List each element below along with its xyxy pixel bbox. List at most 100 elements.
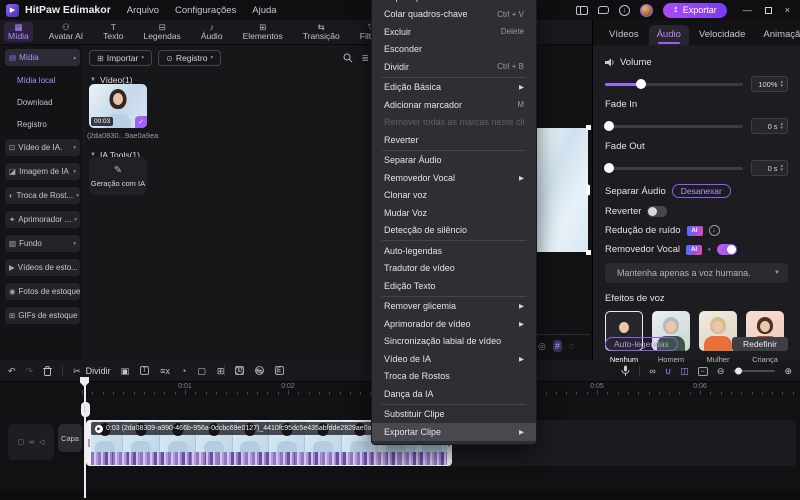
menu-substituir-clipe[interactable]: Substituir Clipe bbox=[372, 406, 536, 424]
reverter-toggle[interactable] bbox=[647, 206, 668, 217]
removedor-vocal-toggle[interactable] bbox=[716, 244, 737, 255]
menu-auto-legendas[interactable]: Auto-legendas bbox=[372, 242, 536, 260]
menu-adicionar-marcador[interactable]: Adicionar marcador M bbox=[372, 96, 536, 114]
media-video-thumbnail[interactable]: 00:03 ✓ bbox=[89, 84, 147, 128]
auto-gap-icon[interactable]: ◫ bbox=[680, 365, 689, 377]
stepper-icons[interactable]: ▲ ▼ bbox=[780, 79, 784, 89]
user-avatar[interactable] bbox=[639, 3, 653, 17]
selection-handle[interactable] bbox=[586, 184, 590, 196]
export-button[interactable]: ↥ Exportar bbox=[662, 2, 727, 18]
fade-out-value-field[interactable]: 0s ▲ ▼ bbox=[751, 160, 788, 176]
sidebar-item-fotos-estoque[interactable]: ◉ Fotos de estoque bbox=[5, 283, 80, 300]
sidebar-item-download[interactable]: Download bbox=[17, 95, 92, 110]
split-label[interactable]: Dividir bbox=[86, 366, 111, 376]
ratio-icon[interactable]: ◎ bbox=[538, 340, 546, 352]
text-preset-icon[interactable]: T bbox=[140, 366, 150, 375]
fullscreen-icon[interactable]: ◌ bbox=[569, 340, 574, 352]
sidebar-item-gifs-estoque[interactable]: ⊞ GIFs de estoque bbox=[5, 307, 80, 324]
playhead-grip[interactable]: ⋮ bbox=[80, 402, 90, 417]
avatar-tool-icon[interactable]: ☺ bbox=[254, 366, 264, 375]
import-button[interactable]: ⊞ Importar ▾ bbox=[89, 50, 153, 66]
sidebar-item-aprimorador[interactable]: ✦ Aprimorador ... ▾ bbox=[5, 211, 80, 228]
menubar-item[interactable]: Arquivo bbox=[127, 5, 159, 16]
sidebar-item-imagem-ia[interactable]: ◪ Imagem de IA ▾ bbox=[5, 163, 80, 180]
sidebar-item-videos-estoque[interactable]: ▶ Vídeos de esto... bbox=[5, 259, 80, 276]
menu-remover-marcas[interactable]: Remover todas as marcas neste clipe bbox=[372, 114, 536, 132]
menu-clonar-voz[interactable]: Clonar voz bbox=[372, 187, 536, 205]
download-circle-icon[interactable]: ↓ bbox=[708, 225, 720, 236]
menubar-item[interactable]: Configurações bbox=[175, 5, 236, 16]
menu-colar-quadros[interactable]: Colar quadros-chave Ctrl + V bbox=[372, 6, 536, 24]
timeline-scrollbar-area[interactable] bbox=[0, 490, 800, 500]
tab-avatar-ai[interactable]: ⚇ Avatar AI bbox=[45, 22, 87, 43]
minimize-button[interactable]: — bbox=[743, 5, 752, 15]
clip-trim-handle-left[interactable] bbox=[87, 421, 91, 465]
sidebar-item-fundo[interactable]: ▨ Fundo ▾ bbox=[5, 235, 80, 252]
menu-tradutor-video[interactable]: Tradutor de vídeo bbox=[372, 260, 536, 278]
record-button[interactable]: ⊙ Registro ▾ bbox=[158, 50, 222, 66]
sidebar-item-registro[interactable]: Registro bbox=[17, 117, 92, 132]
menu-excluir[interactable]: Excluir Delete bbox=[372, 23, 536, 41]
tab-transicao[interactable]: ⇆ Transição bbox=[299, 22, 344, 43]
selection-handle[interactable] bbox=[586, 125, 591, 130]
menu-reverter[interactable]: Reverter bbox=[372, 131, 536, 149]
mask-icon[interactable]: ▣ bbox=[121, 365, 130, 377]
auto-legendas-button[interactable]: Auto-legendas bbox=[605, 337, 678, 351]
workspace-layout-icon[interactable] bbox=[575, 5, 588, 15]
volume-value-field[interactable]: 100% ▲ ▼ bbox=[751, 76, 788, 92]
sidebar-item-troca-rostos[interactable]: ◐ Troca de Rost... ▾ bbox=[5, 187, 80, 204]
menu-aprimorador-video[interactable]: Aprimorador de vídeo ▶ bbox=[372, 315, 536, 333]
close-button[interactable]: × bbox=[785, 5, 790, 15]
zoom-in-icon[interactable]: ⊕ bbox=[784, 365, 792, 377]
speaker-icon[interactable] bbox=[605, 58, 615, 67]
menu-troca-rostos[interactable]: Troca de Rostos bbox=[372, 368, 536, 386]
playhead-line[interactable] bbox=[84, 377, 86, 498]
tab-legendas[interactable]: ⊟ Legendas bbox=[139, 22, 184, 43]
fade-in-slider[interactable] bbox=[604, 121, 743, 131]
menu-mudar-voz[interactable]: Mudar Voz bbox=[372, 204, 536, 222]
text-tool-icon[interactable]: T bbox=[234, 366, 244, 375]
track-volume-icon[interactable]: ◁ bbox=[39, 438, 44, 446]
menu-exportar-clipe[interactable]: Exportar Clipe ▶ bbox=[372, 423, 536, 441]
feedback-icon[interactable] bbox=[597, 6, 609, 14]
split-scissors-icon[interactable]: ✂ bbox=[73, 365, 81, 377]
menu-deteccao-silencio[interactable]: Detecção de silêncio bbox=[372, 222, 536, 240]
crop-icon[interactable]: ▢ bbox=[197, 365, 206, 377]
voice-mode-select[interactable]: Mantenha apenas a voz humana. ▼ bbox=[605, 263, 788, 283]
link-icon[interactable]: ∞ bbox=[649, 365, 655, 377]
magnet-icon[interactable]: ∪ bbox=[665, 365, 672, 377]
track-loop-icon[interactable]: ∞ bbox=[29, 439, 34, 446]
sidebar-item-midia-local[interactable]: Mídia local bbox=[17, 73, 92, 88]
cover-button[interactable]: Capa bbox=[58, 424, 82, 452]
menu-separar-audio[interactable]: Separar Áudio bbox=[372, 152, 536, 170]
tab-midia[interactable]: ▦ Mídia bbox=[4, 21, 33, 43]
tab-velocidade[interactable]: Velocidade bbox=[691, 25, 753, 45]
download-icon[interactable]: ↓ bbox=[618, 4, 630, 16]
volume-slider[interactable] bbox=[605, 79, 743, 89]
list-view-icon[interactable]: ≣ bbox=[361, 53, 369, 64]
menu-video-ia[interactable]: Vídeo de IA ▶ bbox=[372, 350, 536, 368]
speed-icon[interactable]: ◔ bbox=[181, 365, 186, 377]
fade-in-value-field[interactable]: 0s ▲ ▼ bbox=[751, 118, 788, 134]
trash-icon[interactable] bbox=[43, 365, 53, 376]
selection-handle[interactable] bbox=[586, 250, 591, 255]
menu-remover-glicemia[interactable]: Remover glicemia ▶ bbox=[372, 298, 536, 316]
menu-danca-ia[interactable]: Dança da IA bbox=[372, 385, 536, 403]
grid-icon[interactable]: # bbox=[552, 340, 562, 352]
fade-out-slider[interactable] bbox=[604, 163, 743, 173]
tab-elementos[interactable]: ⊞ Elementos bbox=[239, 22, 287, 43]
desanexar-button[interactable]: Desanexar bbox=[671, 184, 731, 198]
menubar-item[interactable]: Ajuda bbox=[252, 5, 276, 16]
menu-edicao-texto[interactable]: Edição Texto bbox=[372, 277, 536, 295]
tab-animacao[interactable]: Animação bbox=[755, 25, 800, 45]
undo-icon[interactable]: ↶ bbox=[8, 365, 16, 377]
microphone-icon[interactable] bbox=[621, 365, 630, 377]
sidebar-item-midia[interactable]: ▤ Mídia ▴ bbox=[5, 49, 80, 66]
menu-esconder[interactable]: Esconder bbox=[372, 41, 536, 59]
sidebar-item-video-ia[interactable]: ⊡ Vídeo de IA. ▾ bbox=[5, 139, 80, 156]
redefinir-button[interactable]: Redefinir bbox=[731, 337, 788, 351]
ai-generation-card[interactable]: ✎ Geração com IA bbox=[89, 157, 147, 195]
tab-texto[interactable]: T Texto bbox=[99, 22, 127, 43]
menu-edicao-basica[interactable]: Edição Básica ▶ bbox=[372, 79, 536, 97]
tab-audio[interactable]: ♪ Áudio bbox=[197, 22, 227, 43]
